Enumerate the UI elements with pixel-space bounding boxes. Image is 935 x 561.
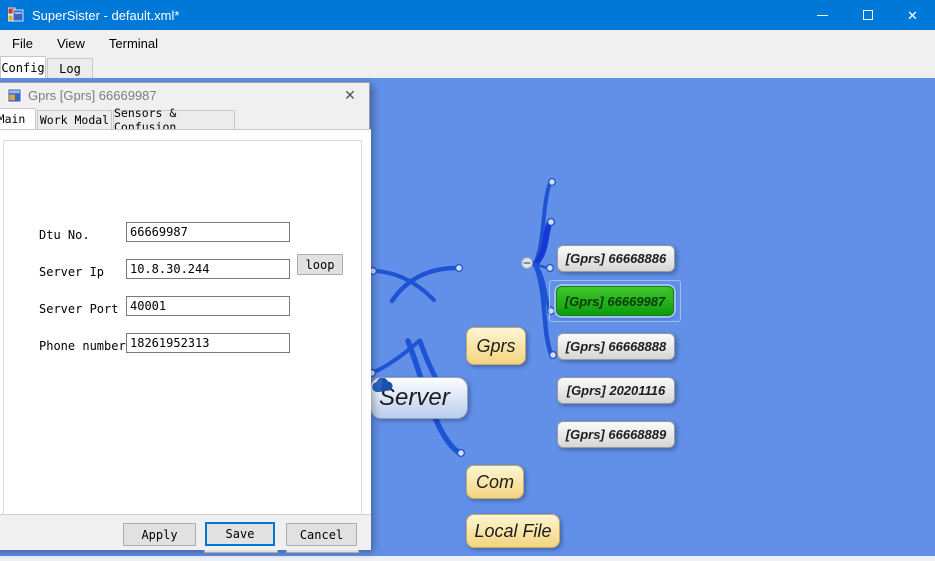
mindmap-node-local-file[interactable]: Local File (466, 514, 560, 548)
dialog-tab-work-modal[interactable]: Work Modal (37, 110, 112, 129)
node-label: [Gprs] 66668889 (566, 427, 666, 442)
window-title: SuperSister - default.xml* (32, 8, 179, 23)
maximize-button[interactable] (845, 0, 890, 30)
dialog-button-bar: Apply Save Cancel (0, 514, 371, 550)
dialog-tab-sensors-confusion[interactable]: Sensors & Confusion (113, 110, 235, 129)
phone-number-input[interactable] (126, 333, 290, 353)
node-label: Gprs (476, 336, 515, 357)
main-tabstrip: Config Log (0, 56, 935, 78)
mindmap-node-gprs-66668889[interactable]: [Gprs] 66668889 (557, 421, 675, 448)
dialog-tab-main[interactable]: Main (0, 108, 36, 129)
node-label: [Gprs] 66668886 (566, 251, 666, 266)
save-button[interactable]: Save (205, 522, 275, 546)
minimize-button[interactable] (800, 0, 845, 30)
node-label: [Gprs] 66668888 (566, 339, 666, 354)
node-label: Local File (474, 521, 551, 542)
server-ip-label: Server Ip (39, 265, 104, 279)
menu-terminal[interactable]: Terminal (97, 32, 170, 55)
menu-view[interactable]: View (45, 32, 97, 55)
node-label: [Gprs] 66669987 (565, 294, 665, 309)
close-icon: ✕ (907, 9, 918, 22)
close-icon: ✕ (344, 87, 356, 104)
dtu-no-input[interactable] (126, 222, 290, 242)
dialog-form-icon (7, 88, 22, 103)
server-port-label: Server Port (39, 302, 118, 316)
dialog-close-button[interactable]: ✕ (339, 86, 361, 105)
mindmap-node-com[interactable]: Com (466, 465, 524, 499)
server-port-input[interactable] (126, 296, 290, 316)
mindmap-node-gprs-20201116[interactable]: [Gprs] 20201116 (557, 377, 675, 404)
node-label: [Gprs] 20201116 (567, 383, 666, 398)
window-bottom-edge (0, 556, 935, 561)
cloud-icon (371, 378, 395, 394)
node-label: Com (476, 472, 514, 493)
dialog-tabstrip: Main Work Modal Sensors & Confusion (0, 108, 369, 129)
gprs-dialog: Gprs [Gprs] 66669987 ✕ Main Work Modal S… (0, 82, 370, 549)
tab-config[interactable]: Config (0, 56, 46, 78)
dialog-titlebar[interactable]: Gprs [Gprs] 66669987 ✕ (0, 83, 369, 108)
tab-log[interactable]: Log (47, 58, 93, 78)
titlebar: SuperSister - default.xml* ✕ (0, 0, 935, 30)
minimize-icon (817, 15, 828, 16)
settings-groupbox (3, 140, 362, 515)
collapse-toggle-icon (522, 258, 533, 269)
mindmap-node-gprs-66669987-selected[interactable]: [Gprs] 66669987 (556, 286, 674, 316)
selection-marquee: [Gprs] 66669987 (549, 280, 681, 322)
dialog-title: Gprs [Gprs] 66669987 (28, 88, 157, 103)
cancel-button[interactable]: Cancel (286, 523, 357, 546)
server-ip-input[interactable] (126, 259, 290, 279)
menu-file[interactable]: File (0, 32, 45, 55)
mindmap-node-gprs-66668888[interactable]: [Gprs] 66668888 (557, 333, 675, 360)
menubar: File View Terminal (0, 30, 935, 56)
phone-number-label: Phone number (39, 339, 126, 353)
maximize-icon (863, 10, 873, 20)
apply-button[interactable]: Apply (123, 523, 196, 546)
mindmap-node-gprs-66668886[interactable]: [Gprs] 66668886 (557, 245, 675, 272)
dialog-main-tabpage: Dtu No. Server Ip loop Server Port Phone… (0, 129, 371, 514)
mindmap-node-gprs[interactable]: Gprs (466, 327, 526, 365)
mindmap-node-server[interactable]: Server (370, 377, 468, 419)
dtu-no-label: Dtu No. (39, 228, 90, 242)
close-button[interactable]: ✕ (890, 0, 935, 30)
loop-button[interactable]: loop (297, 254, 343, 275)
app-logo-icon (8, 7, 24, 23)
